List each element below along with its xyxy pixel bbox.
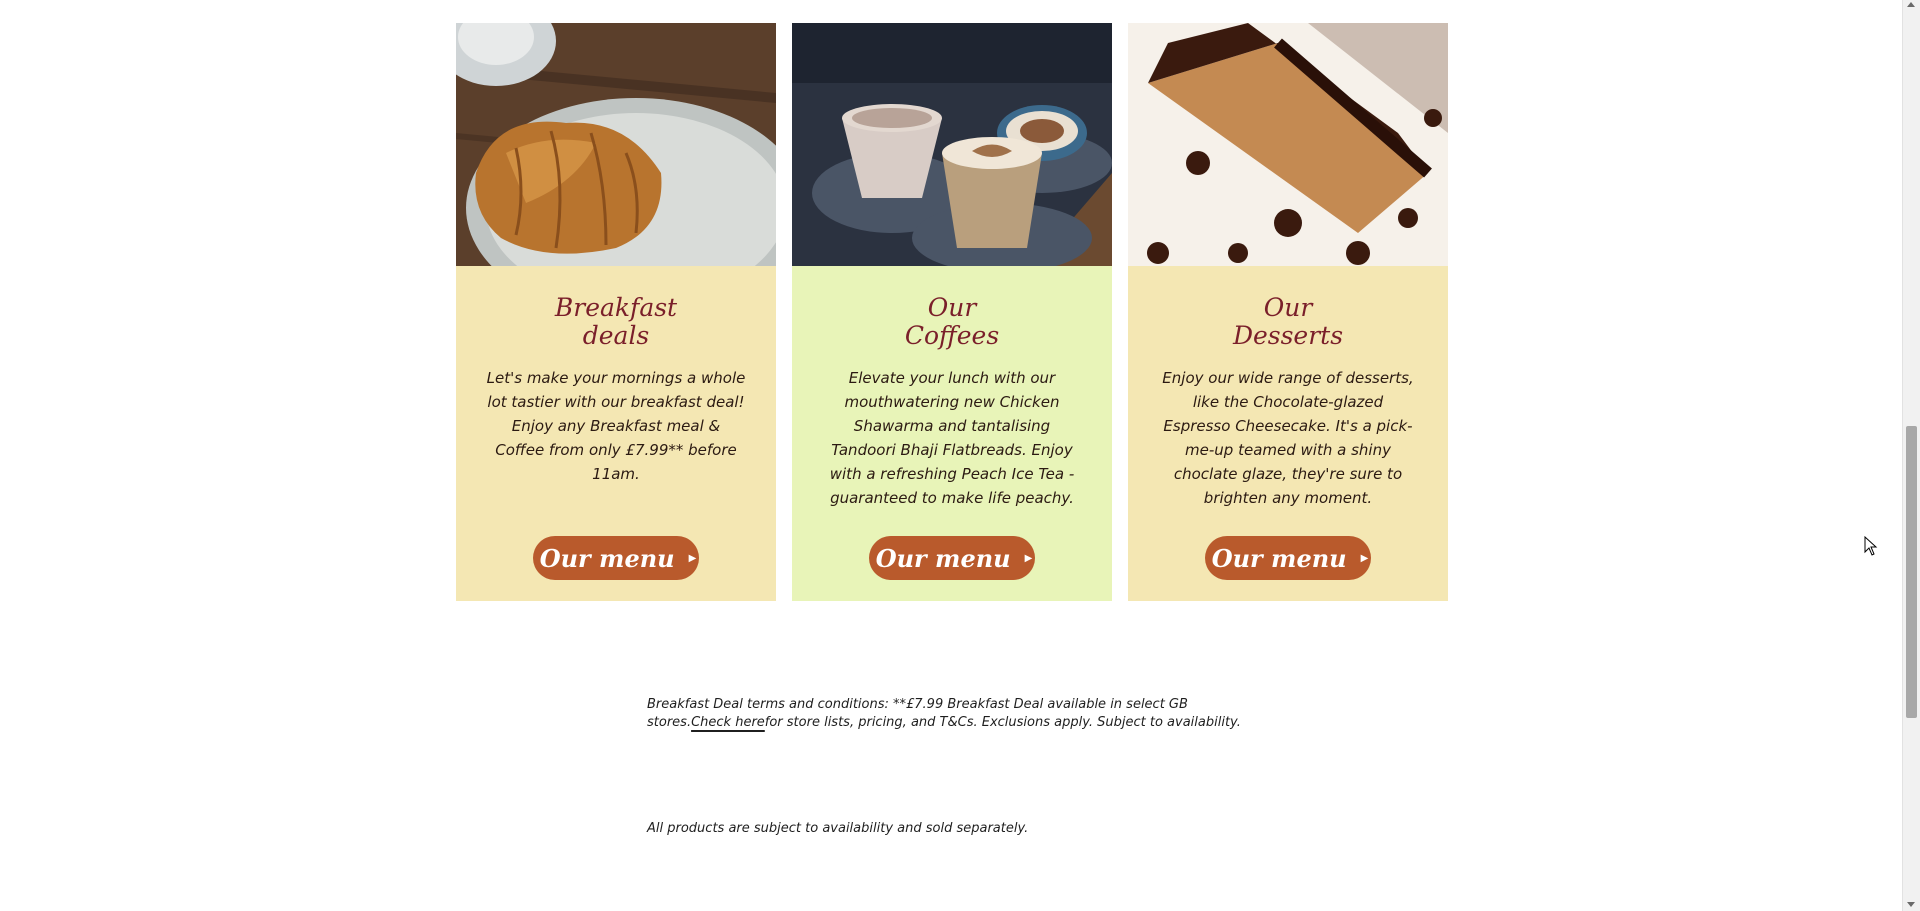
arrow-right-icon: ▶ xyxy=(1360,552,1369,564)
card-title-line: Breakfast xyxy=(554,293,678,322)
scroll-up-arrow-icon[interactable] xyxy=(1907,2,1915,7)
arrow-right-icon: ▶ xyxy=(1024,552,1033,564)
card-title: Our Coffees xyxy=(792,294,1112,350)
desserts-image xyxy=(1128,23,1448,266)
button-label: Our menu xyxy=(1211,543,1347,573)
check-here-link[interactable]: Check here xyxy=(691,715,765,730)
breakfast-image xyxy=(456,23,776,266)
card-title-line: Coffees xyxy=(904,321,1000,350)
vertical-scrollbar[interactable] xyxy=(1902,0,1920,911)
button-label: Our menu xyxy=(539,543,675,573)
scroll-down-arrow-icon[interactable] xyxy=(1907,902,1915,907)
terms-text: for store lists, pricing, and T&Cs. Excl… xyxy=(764,715,1241,730)
card-title-line: Our xyxy=(927,293,977,322)
card-our-desserts: Our Desserts Enjoy our wide range of des… xyxy=(1128,23,1448,601)
our-menu-button[interactable]: Our menu ▶ xyxy=(533,536,699,580)
card-title-line: Desserts xyxy=(1232,321,1344,350)
page: Breakfast deals Let's make your mornings… xyxy=(0,0,1920,911)
card-title: Breakfast deals xyxy=(456,294,776,350)
card-breakfast-deals: Breakfast deals Let's make your mornings… xyxy=(456,23,776,601)
button-label: Our menu xyxy=(875,543,1011,573)
availability-note: All products are subject to availability… xyxy=(647,821,1029,836)
breakfast-deal-terms: Breakfast Deal terms and conditions: **£… xyxy=(647,696,1267,732)
card-title-line: Our xyxy=(1263,293,1313,322)
card-title: Our Desserts xyxy=(1128,294,1448,350)
coffees-image xyxy=(792,23,1112,266)
card-title-line: deals xyxy=(582,321,650,350)
card-description: Elevate your lunch with our mouthwaterin… xyxy=(829,369,1075,507)
card-our-coffees: Our Coffees Elevate your lunch with our … xyxy=(792,23,1112,601)
our-menu-button[interactable]: Our menu ▶ xyxy=(869,536,1035,580)
arrow-right-icon: ▶ xyxy=(688,552,697,564)
scroll-thumb[interactable] xyxy=(1906,426,1917,718)
card-description: Let's make your mornings a whole lot tas… xyxy=(486,369,746,483)
card-description: Enjoy our wide range of desserts, like t… xyxy=(1162,369,1414,507)
mouse-cursor-icon xyxy=(1864,536,1878,556)
our-menu-button[interactable]: Our menu ▶ xyxy=(1205,536,1371,580)
